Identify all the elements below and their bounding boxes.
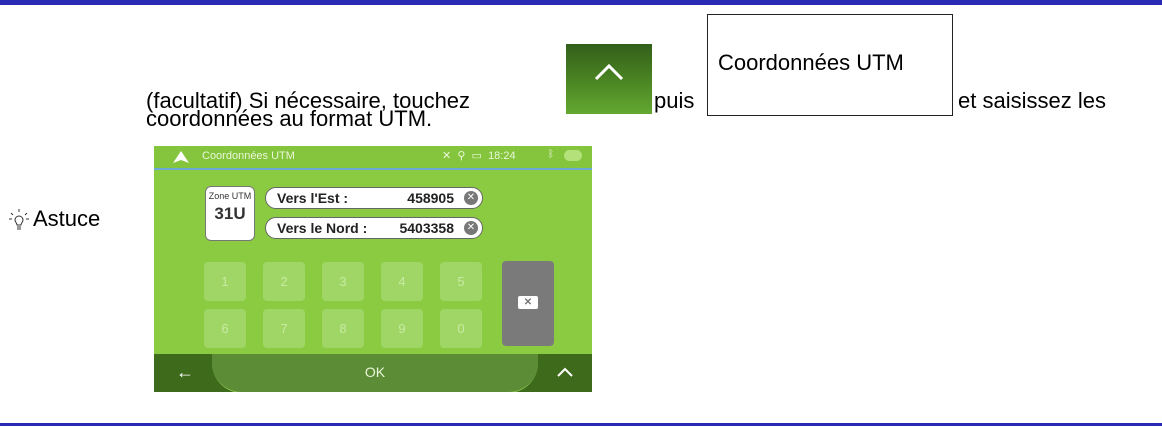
ok-button-label: OK bbox=[364, 364, 386, 380]
key-0[interactable]: 0 bbox=[440, 309, 482, 348]
top-rule bbox=[0, 0, 1162, 5]
utm-zone-selector[interactable]: Zone UTM 31U bbox=[205, 186, 255, 241]
device-header-title: Coordonnées UTM bbox=[202, 150, 295, 162]
key-8[interactable]: 8 bbox=[322, 309, 364, 348]
northing-label: Vers le Nord : bbox=[277, 220, 368, 236]
key-2[interactable]: 2 bbox=[263, 262, 305, 301]
device-status: ✕ ⚲ ▭ 18:24 bbox=[442, 149, 516, 162]
clear-icon[interactable]: ✕ bbox=[464, 221, 478, 235]
northing-value: 5403358 bbox=[399, 220, 454, 236]
chevron-up-icon[interactable] bbox=[556, 366, 574, 378]
signal-icon: ⚲ bbox=[457, 150, 466, 162]
instruction-suffix: et saisissez les bbox=[958, 88, 1106, 113]
chevron-up-icon bbox=[594, 63, 624, 81]
utm-coordinates-button[interactable]: Coordonnées UTM bbox=[707, 14, 953, 116]
instruction-puis: puis bbox=[654, 88, 695, 113]
ok-button[interactable]: OK bbox=[212, 354, 538, 392]
key-3[interactable]: 3 bbox=[322, 262, 364, 301]
gps-icon: ✕ bbox=[442, 150, 452, 162]
utm-coordinates-button-label: Coordonnées UTM bbox=[718, 50, 904, 75]
key-9[interactable]: 9 bbox=[381, 309, 423, 348]
tip-label: Astuce bbox=[8, 206, 100, 232]
bottom-rule bbox=[0, 423, 1162, 426]
northing-field[interactable]: Vers le Nord : 5403358 ✕ bbox=[265, 217, 483, 239]
message-icon[interactable] bbox=[564, 150, 582, 161]
device-bottom-bar: ← OK bbox=[154, 354, 592, 392]
device-header: Coordonnées UTM ✕ ⚲ ▭ 18:24 ᛒ bbox=[154, 146, 592, 170]
key-5[interactable]: 5 bbox=[440, 262, 482, 301]
status-time: 18:24 bbox=[488, 150, 516, 162]
easting-label: Vers l'Est : bbox=[277, 190, 349, 206]
lightbulb-icon bbox=[9, 209, 29, 230]
key-1[interactable]: 1 bbox=[204, 262, 246, 301]
tip-text: Astuce bbox=[33, 206, 101, 231]
back-arrow-icon[interactable]: ← bbox=[176, 362, 194, 383]
easting-value: 458905 bbox=[407, 190, 454, 206]
backspace-button[interactable]: ✕ bbox=[502, 261, 554, 346]
backspace-icon: ✕ bbox=[518, 296, 538, 309]
clear-icon[interactable]: ✕ bbox=[464, 191, 478, 205]
instruction-line2: coordonnées au format UTM. bbox=[146, 106, 433, 131]
bluetooth-icon: ᛒ bbox=[548, 149, 554, 160]
key-7[interactable]: 7 bbox=[263, 309, 305, 348]
utm-zone-label: Zone UTM bbox=[208, 191, 252, 201]
key-6[interactable]: 6 bbox=[204, 309, 246, 348]
battery-icon: ▭ bbox=[471, 150, 482, 162]
easting-field[interactable]: Vers l'Est : 458905 ✕ bbox=[265, 187, 483, 209]
navigation-arrow-icon bbox=[173, 151, 189, 163]
device-screenshot: Coordonnées UTM ✕ ⚲ ▭ 18:24 ᛒ Zone UTM 3… bbox=[154, 146, 592, 392]
expand-button[interactable] bbox=[566, 44, 652, 114]
utm-zone-value: 31U bbox=[214, 204, 246, 223]
key-4[interactable]: 4 bbox=[381, 262, 423, 301]
